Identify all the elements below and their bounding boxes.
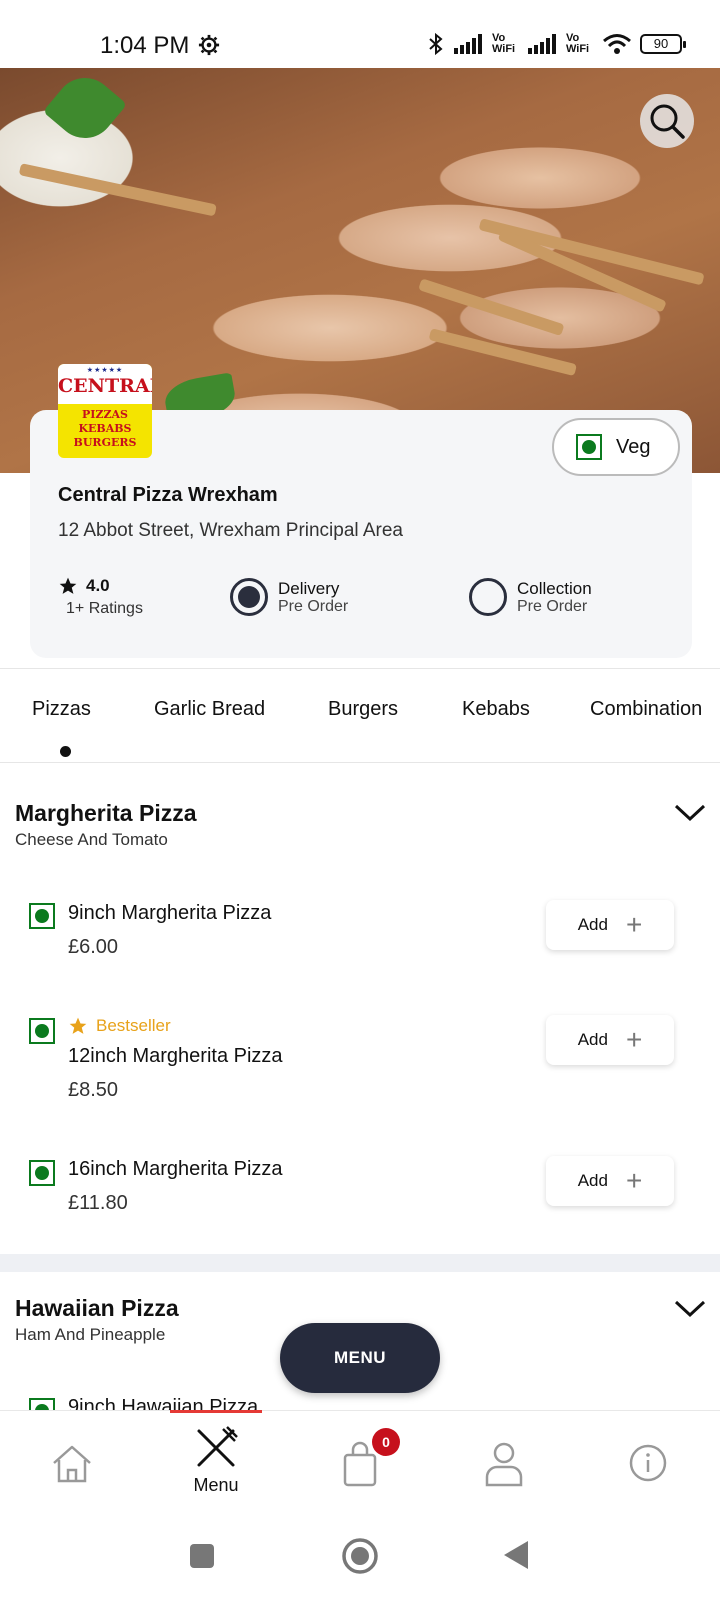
section-subtitle: Ham And Pineapple bbox=[15, 1325, 166, 1344]
delivery-title: Delivery bbox=[278, 578, 340, 598]
bestseller-badge: Bestseller bbox=[68, 1016, 171, 1036]
nav-cart[interactable] bbox=[310, 1411, 410, 1521]
rating-block: 4.0 1+ Ratings bbox=[58, 576, 143, 618]
bestseller-label: Bestseller bbox=[96, 1016, 171, 1035]
skewer-stick bbox=[428, 328, 577, 377]
section-title[interactable]: Margherita Pizza bbox=[15, 800, 197, 827]
logo-line: BURGERS bbox=[73, 436, 137, 449]
add-label: Add bbox=[577, 915, 608, 934]
add-button[interactable]: Add + bbox=[546, 1156, 674, 1206]
search-icon bbox=[650, 104, 685, 139]
section-subtitle: Cheese And Tomato bbox=[15, 830, 168, 849]
collection-title: Collection bbox=[517, 578, 592, 598]
plus-icon: + bbox=[625, 909, 643, 940]
veg-filter-label: Veg bbox=[616, 435, 651, 458]
divider bbox=[0, 668, 720, 669]
item-price: £6.00 bbox=[68, 936, 119, 958]
plus-icon: + bbox=[625, 1165, 643, 1196]
bluetooth-icon bbox=[429, 32, 443, 56]
collection-radio[interactable] bbox=[469, 578, 507, 616]
settings-gear-icon bbox=[198, 34, 220, 56]
basil-leaf bbox=[42, 68, 128, 151]
user-icon bbox=[485, 1442, 523, 1487]
vowifi-label: Vo WiFi bbox=[492, 32, 516, 55]
skewer-stick bbox=[18, 163, 217, 217]
star-icon bbox=[59, 577, 77, 594]
search-button[interactable] bbox=[640, 94, 694, 148]
item-price: £8.50 bbox=[68, 1079, 119, 1101]
nav-menu[interactable]: Menu bbox=[166, 1411, 266, 1521]
tab-kebabs[interactable]: Kebabs bbox=[462, 698, 530, 721]
veg-icon bbox=[576, 434, 602, 460]
category-tabs: Pizzas Garlic Bread Burgers Kebabs Combi… bbox=[0, 698, 720, 758]
tab-garlic-bread[interactable]: Garlic Bread bbox=[154, 698, 265, 721]
status-bar: 1:04 PM Vo WiFi Vo WiFi 90 bbox=[0, 0, 720, 68]
item-name: 12inch Margherita Pizza bbox=[68, 1045, 283, 1067]
bottom-nav: Menu bbox=[0, 1410, 720, 1520]
skewer-stick bbox=[418, 278, 565, 337]
nav-info[interactable] bbox=[598, 1411, 698, 1521]
restaurant-name: Central Pizza Wrexham bbox=[58, 484, 278, 506]
add-label: Add bbox=[577, 1030, 608, 1049]
section-title[interactable]: Hawaiian Pizza bbox=[15, 1295, 179, 1322]
chevron-down-icon[interactable] bbox=[672, 800, 708, 824]
rating-value: 4.0 bbox=[86, 576, 110, 595]
recents-icon[interactable] bbox=[188, 1542, 216, 1570]
veg-icon bbox=[29, 1160, 55, 1186]
item-name: 9inch Margherita Pizza bbox=[68, 902, 272, 924]
menu-fab-button[interactable]: MENU bbox=[280, 1323, 440, 1393]
collection-option[interactable]: Collection Pre Order bbox=[469, 578, 592, 616]
chevron-down-icon[interactable] bbox=[672, 1296, 708, 1320]
back-icon[interactable] bbox=[502, 1539, 530, 1571]
battery-indicator: 90 bbox=[640, 34, 686, 54]
item-price: £11.80 bbox=[68, 1192, 128, 1214]
veg-filter-toggle[interactable]: Veg bbox=[552, 418, 680, 476]
status-icons: Vo WiFi Vo WiFi 90 bbox=[426, 32, 686, 56]
delivery-radio[interactable] bbox=[230, 578, 268, 616]
fork-knife-icon bbox=[197, 1426, 238, 1467]
nav-profile[interactable] bbox=[454, 1411, 554, 1521]
tab-pizzas[interactable]: Pizzas bbox=[32, 698, 91, 721]
item-name: 16inch Margherita Pizza bbox=[68, 1158, 283, 1180]
info-icon bbox=[629, 1444, 667, 1482]
active-nav-indicator bbox=[170, 1410, 262, 1413]
section-divider bbox=[0, 1254, 720, 1272]
vowifi-label: Vo WiFi bbox=[566, 32, 590, 55]
add-label: Add bbox=[577, 1171, 608, 1190]
logo-line: KEBABS bbox=[78, 422, 132, 435]
ratings-count: 1+ Ratings bbox=[66, 600, 143, 617]
status-time: 1:04 PM bbox=[100, 32, 190, 59]
logo-line: PIZZAS bbox=[82, 408, 128, 421]
star-icon bbox=[69, 1017, 87, 1034]
logo-stars: ★★★★★ bbox=[86, 367, 124, 374]
restaurant-address: 12 Abbot Street, Wrexham Principal Area bbox=[58, 520, 403, 541]
add-button[interactable]: Add + bbox=[546, 900, 674, 950]
restaurant-logo: ★★★★★ CENTRAL PIZZAS KEBABS BURGERS bbox=[58, 364, 152, 458]
signal-icon bbox=[454, 34, 482, 54]
wifi-icon bbox=[603, 34, 631, 54]
tab-burgers[interactable]: Burgers bbox=[328, 698, 398, 721]
nav-home[interactable] bbox=[22, 1411, 122, 1521]
delivery-subtitle: Pre Order bbox=[278, 597, 349, 615]
delivery-option[interactable]: Delivery Pre Order bbox=[230, 578, 348, 616]
tab-combination[interactable]: Combination bbox=[590, 698, 702, 721]
system-nav-bar bbox=[0, 1520, 720, 1600]
active-tab-indicator bbox=[60, 746, 71, 757]
home-button-icon[interactable] bbox=[341, 1537, 379, 1575]
collection-subtitle: Pre Order bbox=[517, 597, 588, 615]
signal-icon bbox=[528, 34, 556, 54]
veg-icon bbox=[29, 903, 55, 929]
divider bbox=[0, 762, 720, 763]
cart-count-badge: 0 bbox=[372, 1428, 400, 1456]
add-button[interactable]: Add + bbox=[546, 1015, 674, 1065]
nav-menu-label: Menu bbox=[193, 1475, 239, 1495]
logo-name: CENTRAL bbox=[58, 375, 152, 397]
home-icon bbox=[53, 1445, 91, 1483]
veg-icon bbox=[29, 1018, 55, 1044]
plus-icon: + bbox=[625, 1024, 643, 1055]
